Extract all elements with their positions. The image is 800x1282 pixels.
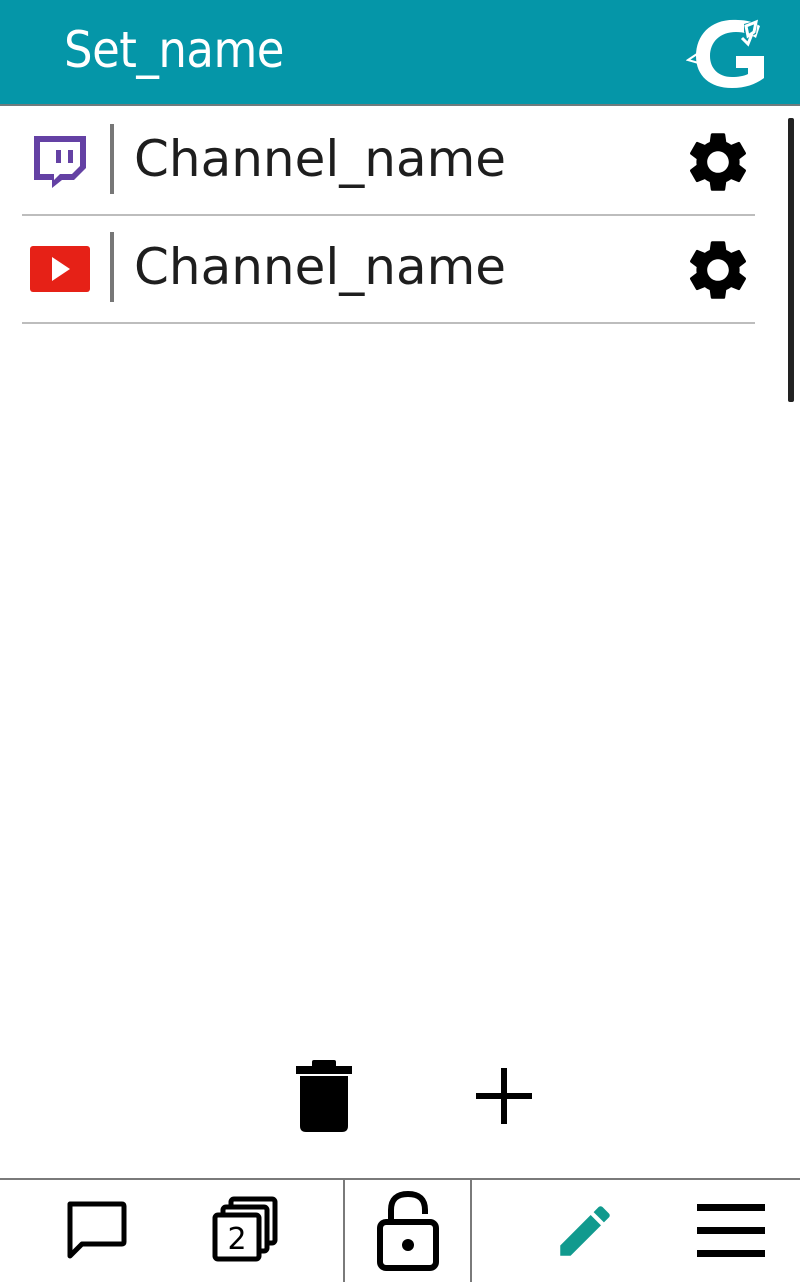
pencil-icon xyxy=(560,1206,610,1256)
menu-tab[interactable] xyxy=(676,1180,786,1282)
channel-name[interactable]: Channel_name xyxy=(134,236,506,298)
plus-icon[interactable] xyxy=(464,1056,544,1136)
lock-tab[interactable] xyxy=(352,1180,464,1282)
hamburger-menu-icon xyxy=(697,1204,765,1257)
app-logo-g-icon xyxy=(686,19,764,89)
stacked-windows-icon: 2 xyxy=(212,1196,278,1262)
edit-tab[interactable] xyxy=(530,1180,640,1282)
row-divider xyxy=(110,124,114,194)
windows-count: 2 xyxy=(227,1222,246,1257)
channel-row[interactable]: Channel_name xyxy=(22,106,755,216)
row-divider xyxy=(110,232,114,302)
set-title: Set_name xyxy=(64,21,284,79)
youtube-icon xyxy=(30,246,90,292)
windows-tab[interactable]: 2 xyxy=(190,1180,300,1282)
scrollbar[interactable] xyxy=(788,118,794,402)
app-header: Set_name xyxy=(0,0,800,106)
chat-tab[interactable] xyxy=(40,1180,150,1282)
chat-bubble-icon xyxy=(67,1201,127,1259)
channel-name[interactable]: Channel_name xyxy=(134,128,506,190)
gear-icon[interactable] xyxy=(682,234,754,306)
nav-separator xyxy=(470,1180,472,1282)
bottom-nav: 2 xyxy=(0,1178,800,1282)
channel-row[interactable]: Channel_name xyxy=(22,214,755,324)
nav-separator xyxy=(343,1180,345,1282)
gear-icon[interactable] xyxy=(682,126,754,198)
twitch-icon xyxy=(34,136,86,188)
unlock-icon xyxy=(377,1190,439,1271)
trash-icon[interactable] xyxy=(284,1056,364,1136)
